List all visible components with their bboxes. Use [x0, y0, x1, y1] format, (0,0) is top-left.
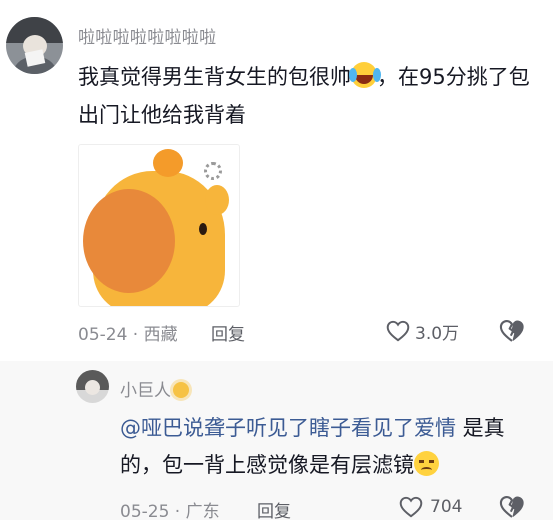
sun-icon — [173, 382, 189, 398]
broken-heart-icon[interactable] — [498, 493, 526, 521]
reply-like-count: 704 — [430, 497, 463, 517]
broken-heart-icon[interactable] — [498, 317, 526, 345]
mention-link[interactable]: @哑巴说聋子听见了瞎子看见了爱情 — [120, 416, 456, 440]
reply-username[interactable]: 小巨人 — [120, 376, 189, 401]
reply-date-location: 05-25 · 广东 — [120, 502, 220, 522]
loading-spinner-icon — [204, 162, 222, 180]
reply-user-avatar[interactable] — [76, 370, 109, 403]
heart-icon — [386, 320, 410, 342]
reply-text: @哑巴说聋子听见了瞎子看见了爱情 是真的，包一背上感觉像是有层滤镜 — [120, 410, 530, 484]
reply-button[interactable]: 回复 — [211, 320, 245, 345]
like-button[interactable]: 3.0万 — [385, 316, 459, 346]
sad-face-emoji-icon — [414, 451, 439, 476]
heart-icon — [399, 496, 423, 518]
comment-text: 我真觉得男生背女生的包很帅 ，在95分挑了包出门让他给我背着 — [78, 58, 538, 134]
comment-date-location: 05-24 · 西藏 — [78, 325, 178, 345]
cow-sticker-image[interactable] — [78, 144, 240, 307]
reply-reply-button[interactable]: 回复 — [257, 497, 291, 522]
reply-like-button[interactable]: 704 — [398, 492, 462, 522]
like-count: 3.0万 — [415, 323, 460, 344]
comment-username[interactable]: 啦啦啦啦啦啦啦啦 — [78, 23, 216, 48]
comment-text-part1: 我真觉得男生背女生的包很帅 — [78, 65, 351, 89]
user-avatar[interactable] — [6, 17, 63, 74]
crying-laughing-emoji-icon — [349, 62, 377, 88]
